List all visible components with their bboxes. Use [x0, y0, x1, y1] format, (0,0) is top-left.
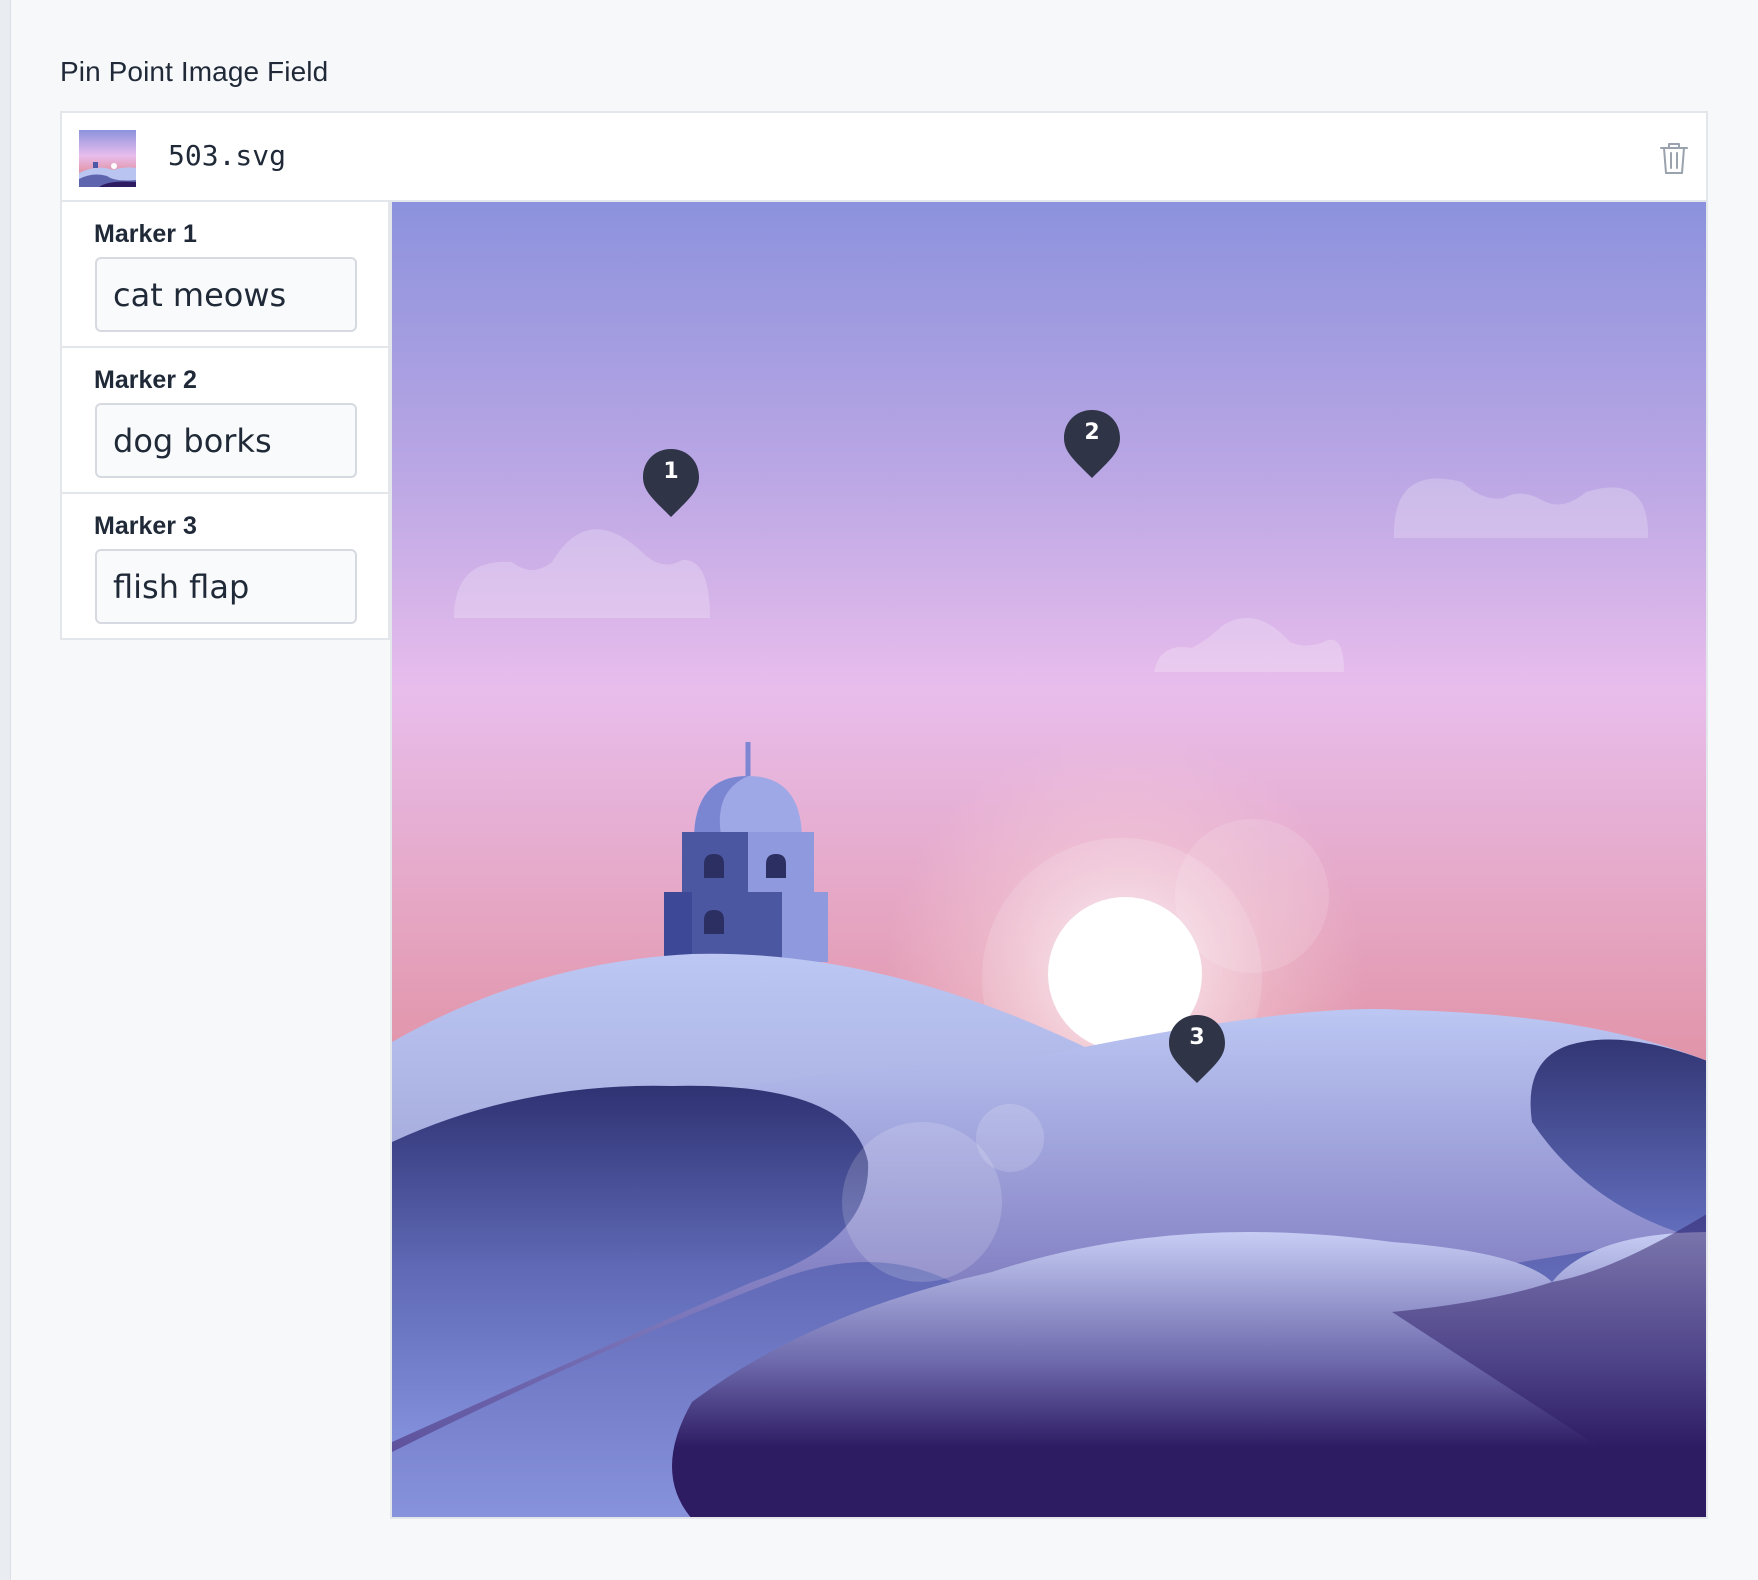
pin-marker-2-number: 2: [1084, 420, 1100, 445]
marker-row-3: Marker 3: [60, 494, 390, 640]
left-rail: [0, 0, 11, 1580]
marker-2-input[interactable]: [95, 403, 357, 478]
marker-1-input[interactable]: [95, 257, 357, 332]
pin-marker-1[interactable]: 1: [641, 447, 701, 519]
marker-3-input[interactable]: [95, 549, 357, 624]
marker-2-label: Marker 2: [94, 366, 197, 394]
pinpoint-image-field: 503.svg Marker 1 Marker 2 Marker 3: [60, 111, 1708, 1519]
file-bar: 503.svg: [60, 111, 1708, 202]
markers-panel: Marker 1 Marker 2 Marker 3: [60, 202, 390, 640]
field-label: Pin Point Image Field: [60, 56, 329, 87]
file-name: 503.svg: [168, 139, 287, 172]
marker-row-1: Marker 1: [60, 202, 390, 348]
pinpoint-image-canvas[interactable]: 1 2 3: [390, 202, 1708, 1519]
pin-marker-3[interactable]: 3: [1167, 1013, 1227, 1085]
pin-marker-1-number: 1: [663, 459, 679, 484]
marker-3-label: Marker 3: [94, 512, 197, 540]
desert-illustration: [392, 202, 1706, 1517]
marker-1-label: Marker 1: [94, 220, 197, 248]
trash-icon[interactable]: [1658, 141, 1690, 175]
marker-row-2: Marker 2: [60, 348, 390, 494]
pin-marker-3-number: 3: [1189, 1025, 1205, 1050]
image-thumbnail[interactable]: [79, 130, 136, 187]
pin-marker-2[interactable]: 2: [1062, 408, 1122, 480]
